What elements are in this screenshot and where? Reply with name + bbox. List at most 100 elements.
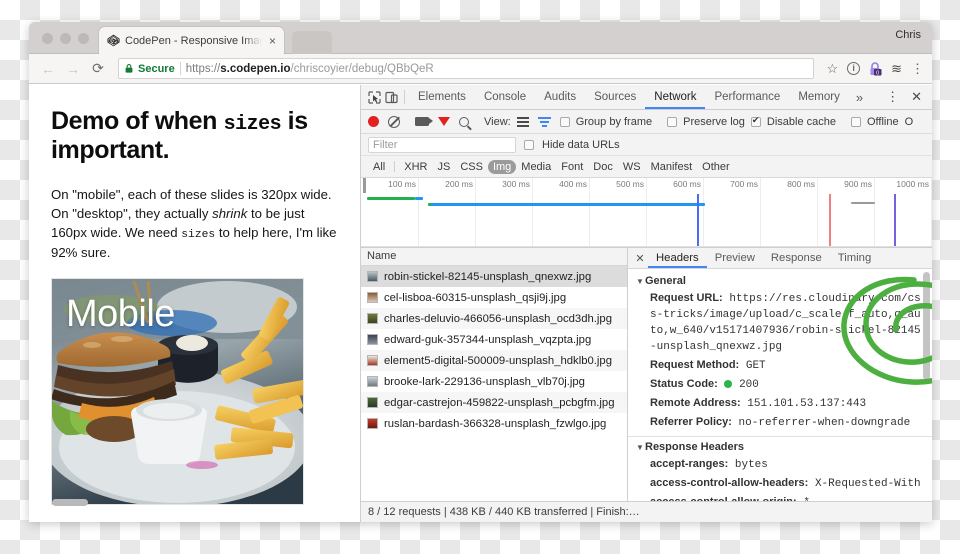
tick-label: 700 ms (730, 179, 758, 189)
response-headers-section-header[interactable]: ▼Response Headers (628, 439, 932, 455)
reload-icon[interactable]: ⟳ (87, 58, 109, 80)
close-icon[interactable]: ✕ (906, 89, 927, 105)
table-row[interactable]: ruslan-bardash-366328-unsplash_fzwlgo.jp… (361, 413, 627, 434)
tab-console[interactable]: Console (475, 85, 535, 109)
profile-name[interactable]: Chris (895, 29, 921, 41)
table-row[interactable]: edward-guk-357344-unsplash_vqzpta.jpg (361, 329, 627, 350)
record-button[interactable] (368, 116, 379, 127)
filter-input[interactable]: Filter (368, 137, 516, 153)
headers-content: ▼General Request URL: https://res.cloudi… (628, 269, 932, 501)
star-icon[interactable]: ☆ (826, 61, 838, 77)
table-row[interactable]: cel-lisboa-60315-unsplash_qsji9j.jpg (361, 287, 627, 308)
omnibox-divider (180, 62, 181, 75)
device-toolbar-icon[interactable] (383, 85, 400, 109)
browser-tab-active[interactable]: CodePen - Responsive Images × (99, 27, 284, 54)
disable-cache-checkbox[interactable] (751, 117, 761, 127)
table-row[interactable]: robin-stickel-82145-unsplash_qnexwz.jpg (361, 266, 627, 287)
close-icon[interactable]: ✕ (632, 248, 648, 268)
search-icon[interactable] (459, 117, 469, 127)
section-label: General (645, 275, 686, 287)
request-url-row: Request URL: https://res.cloudinary.com/… (628, 289, 932, 356)
status-code-row: Status Code: 200 (628, 375, 932, 394)
tab-audits[interactable]: Audits (535, 85, 585, 109)
type-filter-img[interactable]: Img (488, 160, 516, 174)
extension-lock-icon[interactable]: 0 (869, 62, 882, 76)
type-filter-media[interactable]: Media (516, 160, 556, 174)
url-path: /chriscoyier/debug/QBbQeR (291, 63, 434, 75)
network-timeline-overview[interactable]: 100 ms 200 ms 300 ms 400 ms 500 ms 600 m… (361, 178, 932, 248)
header-value: * (803, 497, 810, 501)
window-close-button[interactable] (42, 33, 53, 44)
window-maximize-button[interactable] (78, 33, 89, 44)
address-bar[interactable]: Secure https://s.codepen.io/chriscoyier/… (118, 58, 814, 79)
tick-label: 900 ms (844, 179, 872, 189)
para-italic: shrink (212, 206, 247, 221)
layers-icon[interactable]: ≋ (891, 61, 902, 77)
tab-performance[interactable]: Performance (705, 85, 789, 109)
table-row[interactable]: charles-deluvio-466056-unsplash_ocd3dh.j… (361, 308, 627, 329)
tab-label: Sources (594, 91, 636, 103)
type-filter-manifest[interactable]: Manifest (646, 160, 698, 174)
web-page-pane: Demo of when sizes is important. On "mob… (29, 85, 360, 522)
offline-checkbox[interactable] (851, 117, 861, 127)
list-view-icon[interactable] (517, 117, 529, 127)
back-arrow-icon[interactable]: ← (37, 58, 59, 80)
remote-address-value: 151.101.53.137:443 (747, 398, 866, 410)
tab-network[interactable]: Network (645, 85, 705, 109)
request-list-header[interactable]: Name (361, 248, 627, 266)
close-icon[interactable]: × (267, 34, 278, 48)
type-filter-all[interactable]: All (368, 160, 390, 174)
forward-arrow-icon[interactable]: → (62, 58, 84, 80)
request-method-value: GET (746, 360, 766, 372)
table-row[interactable]: edgar-castrejon-459822-unsplash_pcbgfm.j… (361, 392, 627, 413)
tab-elements[interactable]: Elements (409, 85, 475, 109)
page-scrollbar[interactable] (52, 499, 304, 506)
header-key: accept-ranges: (650, 458, 728, 470)
waterfall-view-icon[interactable] (538, 116, 551, 127)
referrer-policy-row: Referrer Policy: no-referrer-when-downgr… (628, 413, 932, 432)
preserve-log-checkbox[interactable] (667, 117, 677, 127)
type-filter-font[interactable]: Font (556, 160, 588, 174)
url-text: https://s.codepen.io/chriscoyier/debug/Q… (186, 63, 434, 75)
detail-scrollbar[interactable] (923, 272, 930, 380)
type-filter-js[interactable]: JS (432, 160, 455, 174)
browser-tab-inactive[interactable] (292, 31, 332, 54)
timeline-bar-grey (851, 202, 875, 204)
tab-response[interactable]: Response (763, 248, 830, 268)
type-filter-doc[interactable]: Doc (588, 160, 618, 174)
status-code-label: Status Code: (650, 378, 718, 390)
remote-address-label: Remote Address: (650, 397, 741, 409)
tab-sources[interactable]: Sources (585, 85, 645, 109)
request-method-row: Request Method: GET (628, 356, 932, 375)
tab-preview[interactable]: Preview (707, 248, 763, 268)
tab-headers[interactable]: Headers (648, 248, 707, 268)
tab-overflow-button[interactable]: » (849, 85, 870, 109)
type-filter-ws[interactable]: WS (618, 160, 646, 174)
info-circle-icon[interactable]: i (847, 62, 860, 75)
request-name: cel-lisboa-60315-unsplash_qsji9j.jpg (384, 292, 566, 304)
header-value: X-Requested-With (815, 478, 921, 490)
divider (628, 436, 932, 437)
table-row[interactable]: brooke-lark-229136-unsplash_vlb70j.jpg (361, 371, 627, 392)
type-filter-css[interactable]: CSS (455, 160, 488, 174)
kebab-menu-icon[interactable]: ⋮ (911, 61, 924, 77)
request-method-label: Request Method: (650, 359, 739, 371)
tab-timing[interactable]: Timing (830, 248, 879, 268)
table-row[interactable]: element5-digital-500009-unsplash_hdklb0.… (361, 350, 627, 371)
tab-memory[interactable]: Memory (789, 85, 849, 109)
filter-funnel-icon[interactable] (438, 117, 450, 126)
response-header-row: access-control-allow-origin: * (628, 493, 932, 501)
hide-data-urls-checkbox[interactable] (524, 140, 534, 150)
window-minimize-button[interactable] (60, 33, 71, 44)
header-key: access-control-allow-headers: (650, 477, 808, 489)
type-filter-xhr[interactable]: XHR (399, 160, 432, 174)
kebab-menu-icon[interactable]: ⋮ (881, 89, 904, 105)
group-by-frame-checkbox[interactable] (560, 117, 570, 127)
demo-slide[interactable]: Mobile (51, 278, 304, 505)
inspect-element-icon[interactable] (366, 85, 383, 109)
clear-icon[interactable] (388, 116, 400, 128)
file-thumbnail (367, 355, 378, 366)
type-filter-other[interactable]: Other (697, 160, 735, 174)
screenshot-camera-icon[interactable] (415, 117, 429, 126)
general-section-header[interactable]: ▼General (628, 273, 932, 289)
